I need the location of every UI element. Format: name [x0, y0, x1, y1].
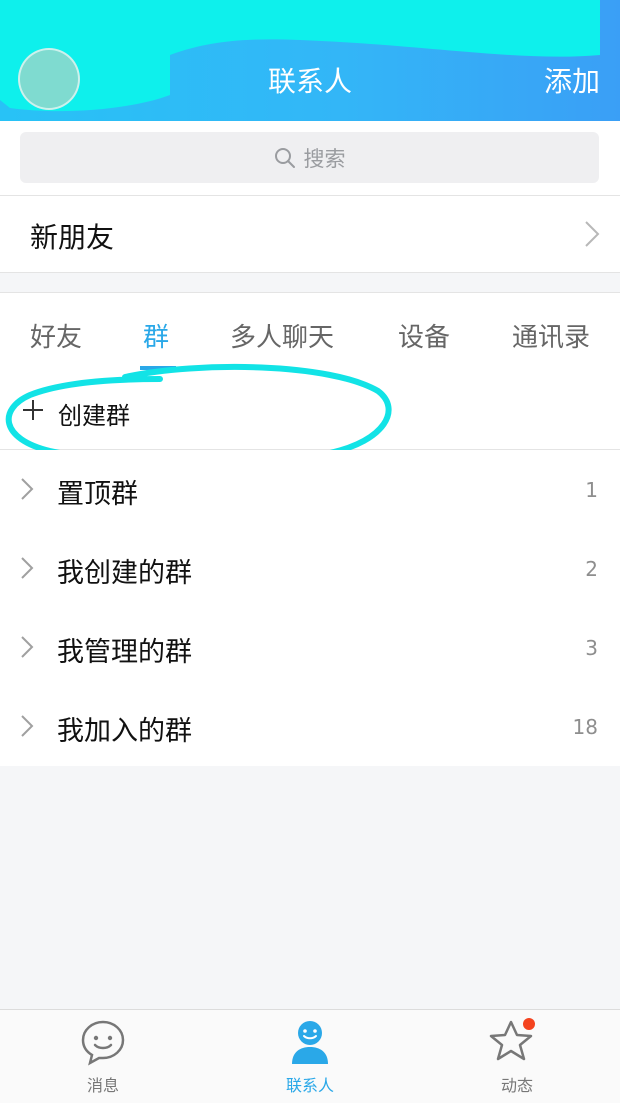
chevron-right-icon — [21, 636, 34, 658]
star-icon — [489, 1018, 535, 1061]
group-category-row[interactable]: 我加入的群 18 — [0, 687, 620, 766]
chevron-right-icon — [21, 557, 34, 579]
chevron-right-icon — [585, 221, 600, 247]
tab-address-book[interactable]: 通讯录 — [512, 317, 590, 354]
notification-badge-dot — [523, 1018, 535, 1030]
group-list: 置顶群 1 我创建的群 2 我管理的群 3 我加入的群 18 — [0, 450, 620, 766]
group-category-name: 置顶群 — [57, 479, 138, 510]
page-title: 联系人 — [267, 65, 352, 98]
nav-moments[interactable]: 动态 — [457, 1018, 577, 1096]
nav-contacts[interactable]: 联系人 — [250, 1018, 370, 1096]
message-icon — [81, 1020, 125, 1066]
nav-messages-label: 消息 — [86, 1076, 119, 1095]
tab-friends[interactable]: 好友 — [30, 317, 82, 354]
search-section: 搜索 — [0, 121, 620, 196]
group-category-name: 我加入的群 — [57, 716, 192, 747]
tab-multi-chat[interactable]: 多人聊天 — [230, 317, 334, 354]
group-category-row[interactable]: 我管理的群 3 — [0, 608, 620, 687]
group-category-row[interactable]: 置顶群 1 — [0, 450, 620, 529]
group-category-count: 18 — [572, 715, 598, 739]
group-category-count: 2 — [585, 557, 598, 581]
bottom-nav: 消息 联系人 动态 — [0, 1009, 620, 1103]
search-input[interactable]: 搜索 — [20, 132, 599, 183]
group-category-count: 3 — [585, 636, 598, 660]
nav-messages[interactable]: 消息 — [43, 1018, 163, 1096]
chevron-right-icon — [21, 478, 34, 500]
new-friends-label: 新朋友 — [30, 221, 115, 254]
tab-devices[interactable]: 设备 — [398, 317, 450, 354]
group-category-name: 我创建的群 — [57, 558, 192, 589]
nav-moments-label: 动态 — [500, 1076, 533, 1095]
group-category-row[interactable]: 我创建的群 2 — [0, 529, 620, 608]
header-bar: 联系人 添加 — [0, 0, 620, 121]
tab-groups[interactable]: 群 — [143, 317, 169, 354]
new-friends-row[interactable]: 新朋友 — [0, 196, 620, 273]
search-placeholder: 搜索 — [303, 146, 346, 171]
chevron-right-icon — [21, 715, 34, 737]
add-button[interactable]: 添加 — [544, 60, 600, 100]
group-category-count: 1 — [585, 478, 598, 502]
contacts-icon — [292, 1021, 328, 1064]
search-icon — [274, 147, 295, 168]
group-category-name: 我管理的群 — [57, 637, 192, 668]
create-group-row[interactable]: 创建群 — [0, 363, 620, 467]
nav-contacts-label: 联系人 — [285, 1076, 334, 1095]
tab-bar: 好友 群 多人聊天 设备 通讯录 — [0, 292, 620, 372]
